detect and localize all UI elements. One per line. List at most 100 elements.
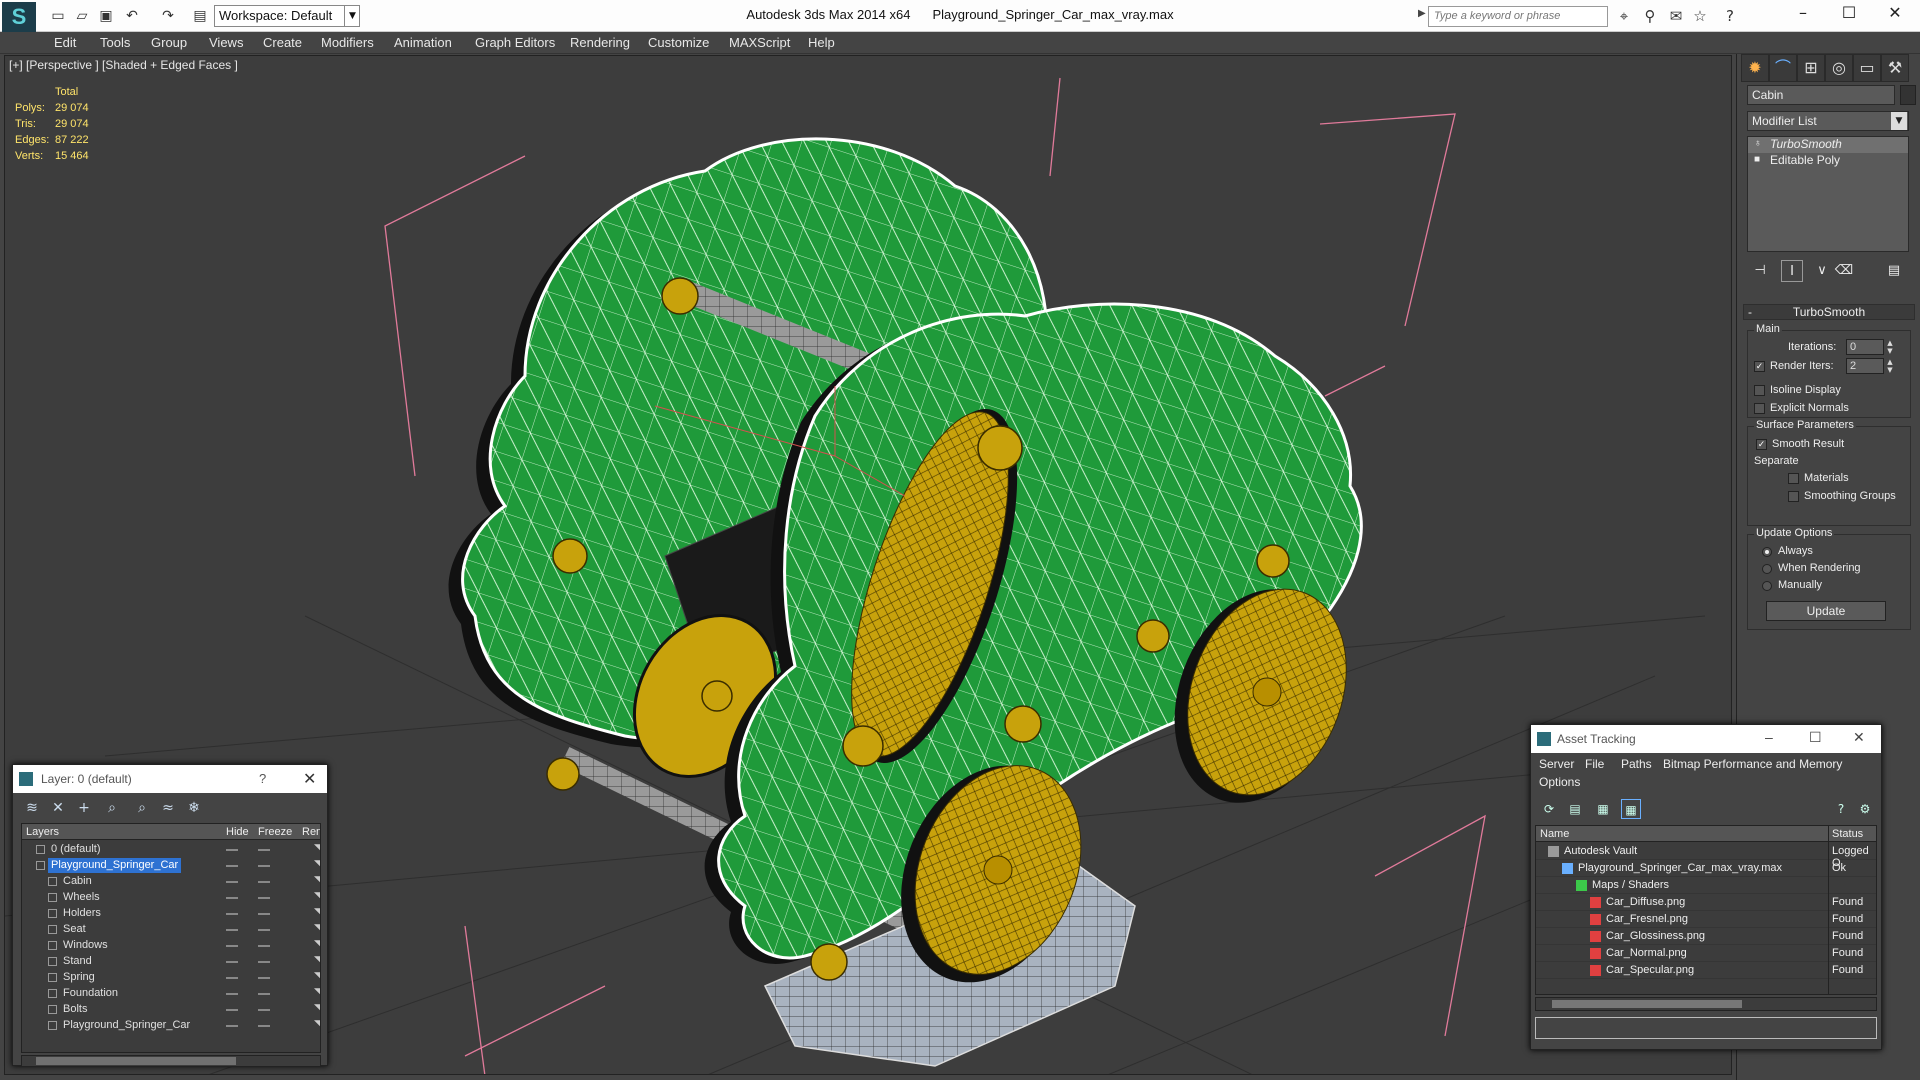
freeze-toggle[interactable] xyxy=(258,913,270,915)
open-file-icon[interactable]: ▱ xyxy=(72,6,92,26)
make-unique-icon[interactable]: ∨ xyxy=(1811,260,1833,282)
freeze-toggle[interactable] xyxy=(258,897,270,899)
layer-row[interactable]: Holders ◥ xyxy=(22,906,320,922)
scrollbar-thumb[interactable] xyxy=(1552,1000,1742,1008)
hide-toggle[interactable] xyxy=(226,913,238,915)
layer-row[interactable]: 0 (default) ◥ xyxy=(22,842,320,858)
render-teapot-icon[interactable]: ◥ xyxy=(314,858,320,869)
freeze-toggle[interactable] xyxy=(258,865,270,867)
materials-checkbox[interactable] xyxy=(1788,473,1799,484)
turbosmooth-rollout-header[interactable]: - TurboSmooth xyxy=(1743,304,1915,320)
layer-name[interactable]: 0 (default) xyxy=(48,842,104,857)
column-freeze[interactable]: Freeze xyxy=(258,826,292,838)
render-teapot-icon[interactable]: ◥ xyxy=(314,922,320,933)
layer-row[interactable]: Bolts ◥ xyxy=(22,1002,320,1018)
chevron-down-icon[interactable]: ▼ xyxy=(1891,112,1907,130)
minimize-button[interactable]: – xyxy=(1780,0,1826,28)
help-icon[interactable]: ? xyxy=(259,771,266,786)
hide-toggle[interactable] xyxy=(226,897,238,899)
render-teapot-icon[interactable]: ◥ xyxy=(314,938,320,949)
layer-name[interactable]: Windows xyxy=(60,938,111,953)
close-icon[interactable]: ✕ xyxy=(303,769,316,789)
freeze-toggle[interactable] xyxy=(258,929,270,931)
minimize-icon[interactable]: – xyxy=(1765,729,1773,745)
layers-icon[interactable]: ≋ xyxy=(21,797,43,819)
lightbulb-icon[interactable]: ♁ xyxy=(1754,139,1764,149)
isoline-display-checkbox[interactable] xyxy=(1754,385,1765,396)
menu-create[interactable]: Create xyxy=(263,35,302,50)
menu-paths[interactable]: Paths xyxy=(1621,757,1652,771)
column-divider[interactable] xyxy=(1828,826,1829,994)
help-icon[interactable]: ? xyxy=(1720,6,1740,26)
layer-name[interactable]: Spring xyxy=(60,970,98,985)
pin-stack-icon[interactable]: ⊣ xyxy=(1749,260,1771,282)
spinner-arrows-icon[interactable]: ▲ ▼ xyxy=(1886,358,1894,374)
asset-row[interactable]: Car_Diffuse.png Found xyxy=(1536,894,1876,911)
freeze-all-icon[interactable]: ❄ xyxy=(183,797,205,819)
communication-icon[interactable]: ✉ xyxy=(1666,6,1686,26)
menu-help[interactable]: Help xyxy=(808,35,835,50)
workspace-dropdown[interactable]: Workspace: Default xyxy=(214,5,360,27)
render-teapot-icon[interactable]: ◥ xyxy=(314,1018,320,1029)
when-rendering-radio[interactable] xyxy=(1762,564,1772,574)
menu-server[interactable]: Server xyxy=(1539,757,1574,771)
layer-name[interactable]: Wheels xyxy=(60,890,103,905)
column-status[interactable]: Status xyxy=(1832,828,1863,840)
layer-row[interactable]: Playground_Springer_Car ◥ xyxy=(22,858,320,874)
explicit-normals-checkbox[interactable] xyxy=(1754,403,1765,414)
freeze-toggle[interactable] xyxy=(258,961,270,963)
layer-name[interactable]: Seat xyxy=(60,922,89,937)
menu-graph-editors[interactable]: Graph Editors xyxy=(475,35,555,50)
menu-customize[interactable]: Customize xyxy=(648,35,709,50)
layer-dialog-titlebar[interactable]: Layer: 0 (default) ? ✕ xyxy=(13,765,327,793)
freeze-toggle[interactable] xyxy=(258,881,270,883)
asset-row[interactable]: Playground_Springer_Car_max_vray.max Ok xyxy=(1536,860,1876,877)
iterations-spinner[interactable]: 0 xyxy=(1846,339,1884,355)
menu-rendering[interactable]: Rendering xyxy=(570,35,630,50)
layer-name[interactable]: Holders xyxy=(60,906,104,921)
collapse-icon[interactable]: - xyxy=(1748,305,1752,319)
layer-row[interactable]: Windows ◥ xyxy=(22,938,320,954)
subscription-icon[interactable]: ⚲ xyxy=(1640,6,1660,26)
delete-layer-icon[interactable]: ✕ xyxy=(47,797,69,819)
viewport-label[interactable]: [+] [Perspective ] [Shaded + Edged Faces… xyxy=(9,58,238,72)
hide-toggle[interactable] xyxy=(226,1025,238,1027)
select-objects-icon[interactable]: ⌕ xyxy=(101,797,123,819)
layer-row[interactable]: Spring ◥ xyxy=(22,970,320,986)
remove-modifier-icon[interactable]: ⌫ xyxy=(1833,260,1855,282)
freeze-toggle[interactable] xyxy=(258,977,270,979)
scrollbar-thumb[interactable] xyxy=(36,1057,236,1065)
freeze-toggle[interactable] xyxy=(258,1025,270,1027)
render-teapot-icon[interactable]: ◥ xyxy=(314,842,320,853)
hide-toggle[interactable] xyxy=(226,977,238,979)
configure-sets-icon[interactable]: ▤ xyxy=(1883,260,1905,282)
undo-icon[interactable]: ↶ xyxy=(122,6,142,26)
add-layer-icon[interactable]: + xyxy=(73,797,95,819)
asset-row[interactable]: Car_Specular.png Found xyxy=(1536,962,1876,979)
smooth-result-checkbox[interactable]: ✓ xyxy=(1756,439,1767,450)
freeze-toggle[interactable] xyxy=(258,945,270,947)
maximize-icon[interactable]: ☐ xyxy=(1809,729,1822,746)
layer-name[interactable]: Bolts xyxy=(60,1002,90,1017)
layer-name[interactable]: Playground_Springer_Car xyxy=(60,1018,193,1033)
layer-name[interactable]: Stand xyxy=(60,954,95,969)
modify-tab-icon[interactable]: ⌒ xyxy=(1769,54,1797,82)
motion-tab-icon[interactable]: ◎ xyxy=(1825,54,1853,82)
help-icon[interactable]: ? xyxy=(1831,799,1851,819)
settings-icon[interactable]: ⚙ xyxy=(1855,799,1875,819)
column-name[interactable]: Name xyxy=(1540,828,1569,840)
hide-toggle[interactable] xyxy=(226,849,238,851)
update-button[interactable]: Update xyxy=(1766,601,1886,621)
layer-name[interactable]: Cabin xyxy=(60,874,95,889)
menu-animation[interactable]: Animation xyxy=(394,35,452,50)
column-layers[interactable]: Layers xyxy=(26,826,59,838)
render-teapot-icon[interactable]: ◥ xyxy=(314,874,320,885)
search-expand-icon[interactable]: ▶ xyxy=(1418,8,1426,19)
menu-edit[interactable]: Edit xyxy=(54,35,76,50)
app-logo-icon[interactable]: S xyxy=(2,2,36,32)
render-teapot-icon[interactable]: ◥ xyxy=(314,954,320,965)
layer-row[interactable]: Seat ◥ xyxy=(22,922,320,938)
menu-views[interactable]: Views xyxy=(209,35,243,50)
stack-item-editable-poly[interactable]: ■ Editable Poly xyxy=(1748,153,1908,169)
horizontal-scrollbar[interactable] xyxy=(1535,997,1877,1011)
